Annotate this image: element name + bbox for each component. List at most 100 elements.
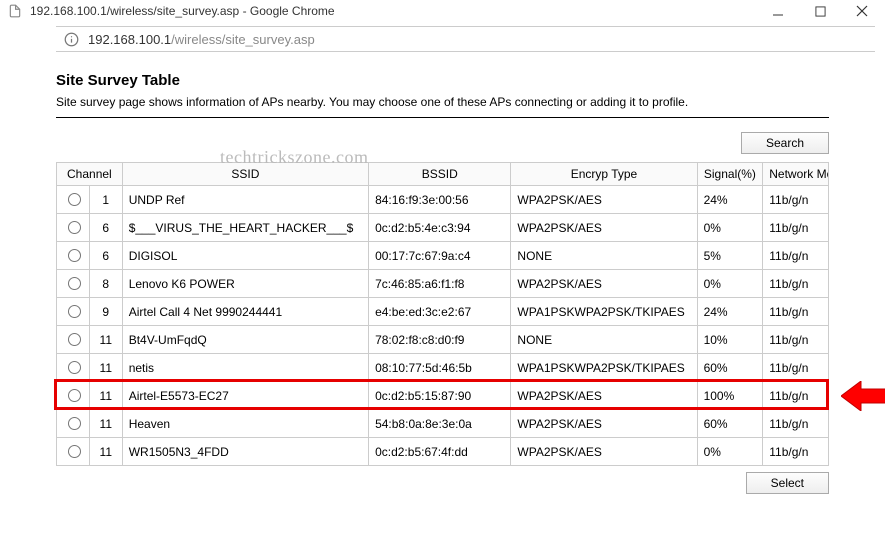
ssid-cell: $___VIRUS_THE_HEART_HACKER___$ [122,214,368,242]
signal-cell: 100% [697,382,763,410]
radio-cell [57,438,90,466]
mode-cell: 11b/g/n [763,354,829,382]
ap-radio[interactable] [68,445,81,458]
radio-cell [57,354,90,382]
signal-cell: 0% [697,270,763,298]
radio-cell [57,214,90,242]
th-encryp: Encryp Type [511,163,697,186]
ap-radio[interactable] [68,417,81,430]
table-row[interactable]: 6$___VIRUS_THE_HEART_HACKER___$0c:d2:b5:… [57,214,829,242]
table-row[interactable]: 8Lenovo K6 POWER7c:46:85:a6:f1:f8WPA2PSK… [57,270,829,298]
page-description: Site survey page shows information of AP… [56,95,829,109]
browser-window: 192.168.100.1/wireless/site_survey.asp -… [0,0,885,514]
table-row[interactable]: 11WR1505N3_4FDD0c:d2:b5:67:4f:ddWPA2PSK/… [57,438,829,466]
table-row[interactable]: 11netis08:10:77:5d:46:5bWPA1PSKWPA2PSK/T… [57,354,829,382]
table-row[interactable]: 6DIGISOL00:17:7c:67:9a:c4NONE5%11b/g/n [57,242,829,270]
search-row: Search [56,132,829,154]
bssid-cell: 0c:d2:b5:4e:c3:94 [369,214,511,242]
mode-cell: 11b/g/n [763,242,829,270]
mode-cell: 11b/g/n [763,298,829,326]
page-heading: Site Survey Table [56,72,829,89]
signal-cell: 10% [697,326,763,354]
bssid-cell: 54:b8:0a:8e:3e:0a [369,410,511,438]
radio-cell [57,382,90,410]
url-host: 192.168.100.1 [88,32,171,47]
maximize-button[interactable] [813,4,827,18]
table-row[interactable]: 1UNDP Ref84:16:f9:3e:00:56WPA2PSK/AES24%… [57,186,829,214]
ssid-cell: Lenovo K6 POWER [122,270,368,298]
channel-cell: 11 [89,354,122,382]
channel-cell: 6 [89,242,122,270]
encryp-cell: WPA2PSK/AES [511,214,697,242]
th-signal: Signal(%) [697,163,763,186]
ssid-cell: Bt4V-UmFqdQ [122,326,368,354]
channel-cell: 9 [89,298,122,326]
channel-cell: 11 [89,382,122,410]
signal-cell: 0% [697,438,763,466]
encryp-cell: WPA2PSK/AES [511,382,697,410]
channel-cell: 11 [89,410,122,438]
mode-cell: 11b/g/n [763,186,829,214]
page-icon [8,4,22,18]
url-path: /wireless/site_survey.asp [171,32,315,47]
site-survey-table: Channel SSID BSSID Encryp Type Signal(%)… [56,162,829,466]
address-bar[interactable]: 192.168.100.1/wireless/site_survey.asp [56,26,875,52]
ssid-cell: netis [122,354,368,382]
window-controls [771,4,869,18]
signal-cell: 24% [697,186,763,214]
encryp-cell: WPA2PSK/AES [511,270,697,298]
signal-cell: 24% [697,298,763,326]
ssid-cell: WR1505N3_4FDD [122,438,368,466]
mode-cell: 11b/g/n [763,438,829,466]
close-button[interactable] [855,4,869,18]
info-icon [64,31,80,47]
channel-cell: 6 [89,214,122,242]
ap-radio[interactable] [68,333,81,346]
minimize-button[interactable] [771,4,785,18]
table-header-row: Channel SSID BSSID Encryp Type Signal(%)… [57,163,829,186]
table-row[interactable]: 9Airtel Call 4 Net 9990244441e4:be:ed:3c… [57,298,829,326]
ap-radio[interactable] [68,361,81,374]
select-button[interactable]: Select [746,472,829,494]
table-row[interactable]: 11Airtel-E5573-EC270c:d2:b5:15:87:90WPA2… [57,382,829,410]
ap-radio[interactable] [68,277,81,290]
radio-cell [57,242,90,270]
bssid-cell: e4:be:ed:3c:e2:67 [369,298,511,326]
signal-cell: 0% [697,214,763,242]
table-row[interactable]: 11Bt4V-UmFqdQ78:02:f8:c8:d0:f9NONE10%11b… [57,326,829,354]
ssid-cell: Airtel Call 4 Net 9990244441 [122,298,368,326]
encryp-cell: WPA2PSK/AES [511,410,697,438]
channel-cell: 11 [89,438,122,466]
ap-radio[interactable] [68,221,81,234]
search-button[interactable]: Search [741,132,829,154]
signal-cell: 5% [697,242,763,270]
arrow-annotation [841,381,885,414]
ssid-cell: Heaven [122,410,368,438]
radio-cell [57,186,90,214]
radio-cell [57,410,90,438]
ssid-cell: DIGISOL [122,242,368,270]
select-row: Select [56,472,829,494]
ap-radio[interactable] [68,193,81,206]
channel-cell: 8 [89,270,122,298]
table-row[interactable]: 11Heaven54:b8:0a:8e:3e:0aWPA2PSK/AES60%1… [57,410,829,438]
divider [56,117,829,118]
encryp-cell: NONE [511,242,697,270]
ssid-cell: UNDP Ref [122,186,368,214]
th-ssid: SSID [122,163,368,186]
bssid-cell: 08:10:77:5d:46:5b [369,354,511,382]
mode-cell: 11b/g/n [763,410,829,438]
ap-radio[interactable] [68,249,81,262]
signal-cell: 60% [697,354,763,382]
mode-cell: 11b/g/n [763,382,829,410]
mode-cell: 11b/g/n [763,326,829,354]
encryp-cell: WPA2PSK/AES [511,186,697,214]
ssid-cell: Airtel-E5573-EC27 [122,382,368,410]
bssid-cell: 0c:d2:b5:67:4f:dd [369,438,511,466]
encryp-cell: NONE [511,326,697,354]
th-channel: Channel [57,163,123,186]
ap-radio[interactable] [68,389,81,402]
bssid-cell: 7c:46:85:a6:f1:f8 [369,270,511,298]
channel-cell: 1 [89,186,122,214]
ap-radio[interactable] [68,305,81,318]
